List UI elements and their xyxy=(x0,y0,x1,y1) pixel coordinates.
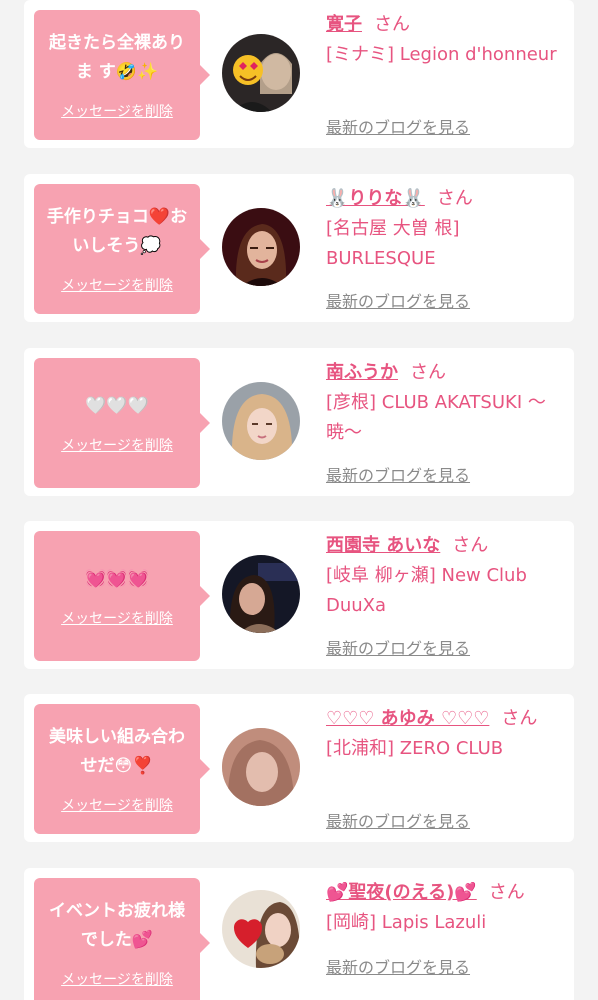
sender-name-link[interactable]: ♡♡♡ あゆみ ♡♡♡ xyxy=(326,708,489,729)
delete-message-link[interactable]: メッセージを削除 xyxy=(61,608,173,628)
delete-message-link[interactable]: メッセージを削除 xyxy=(61,969,173,989)
avatar-photo-icon xyxy=(222,208,300,286)
avatar-photo-icon xyxy=(222,34,300,112)
sender-info: 🐰りりな🐰 さん [名古屋 大曽 根] BURLESQUE xyxy=(326,184,558,274)
sender-name-link[interactable]: 西園寺 あいな xyxy=(326,535,440,556)
delete-message-link[interactable]: メッセージを削除 xyxy=(61,435,173,455)
honorific: さん xyxy=(452,535,489,556)
honorific: さん xyxy=(374,14,410,35)
avatar-photo-icon xyxy=(222,555,300,633)
message-card: 💓💓💓 メッセージを削除 西園寺 あいな さん [岐阜 柳ヶ瀬] New Club… xyxy=(24,521,574,669)
message-text: 起きたら全裸ありま す🤣✨ xyxy=(49,33,185,82)
message-text: 美味しい組み合わ せだ😳❣️ xyxy=(49,727,185,776)
avatar[interactable] xyxy=(222,890,300,968)
message-bubble: 美味しい組み合わ せだ😳❣️ メッセージを削除 xyxy=(34,704,210,834)
message-bubble: 起きたら全裸ありま す🤣✨ メッセージを削除 xyxy=(34,10,210,140)
avatar[interactable] xyxy=(222,208,300,286)
latest-blog-link[interactable]: 最新のブログを見る xyxy=(326,635,470,659)
sender-info: 寛子 さん [ミナミ] Legion d'honneur xyxy=(326,10,558,70)
sender-info: 南ふうか さん [彦根] CLUB AKATSUKI 〜暁〜 xyxy=(326,358,558,448)
latest-blog-link[interactable]: 最新のブログを見る xyxy=(326,954,470,978)
latest-blog-link[interactable]: 最新のブログを見る xyxy=(326,288,470,312)
message-card: イベントお疲れ様 でした💕 メッセージを削除 💕聖夜(のえる)💕 さん [岡崎] … xyxy=(24,868,574,1000)
honorific: さん xyxy=(488,882,525,903)
shop-name: [岡崎] Lapis Lazuli xyxy=(326,912,487,933)
message-card: 手作りチョコ❤️お いしそう💭 メッセージを削除 🐰りりな🐰 さん [名古屋 大曽… xyxy=(24,174,574,322)
message-card: 美味しい組み合わ せだ😳❣️ メッセージを削除 ♡♡♡ あゆみ ♡♡♡ さん [北… xyxy=(24,694,574,842)
sender-info: 💕聖夜(のえる)💕 さん [岡崎] Lapis Lazuli xyxy=(326,878,558,938)
honorific: さん xyxy=(410,362,446,383)
honorific: さん xyxy=(501,708,538,729)
shop-name: [岐阜 柳ヶ瀬] New Club DuuXa xyxy=(326,565,527,616)
delete-message-link[interactable]: メッセージを削除 xyxy=(61,275,173,295)
message-text: 🤍🤍🤍 xyxy=(85,395,149,416)
delete-message-link[interactable]: メッセージを削除 xyxy=(61,101,173,121)
sender-name-link[interactable]: 寛子 xyxy=(326,14,362,35)
avatar[interactable] xyxy=(222,382,300,460)
message-card: 起きたら全裸ありま す🤣✨ メッセージを削除 寛子 さん [ミナミ] Legion… xyxy=(24,0,574,148)
honorific: さん xyxy=(436,188,473,209)
avatar-photo-icon xyxy=(222,890,300,968)
favorites-message-list: 起きたら全裸ありま す🤣✨ メッセージを削除 寛子 さん [ミナミ] Legion… xyxy=(0,0,598,1000)
avatar-photo-icon xyxy=(222,382,300,460)
avatar[interactable] xyxy=(222,34,300,112)
message-text: イベントお疲れ様 でした💕 xyxy=(49,901,185,950)
sender-name-link[interactable]: 💕聖夜(のえる)💕 xyxy=(326,882,477,903)
message-text: 手作りチョコ❤️お いしそう💭 xyxy=(46,207,188,256)
sender-name-link[interactable]: 南ふうか xyxy=(326,362,398,383)
message-bubble: 🤍🤍🤍 メッセージを削除 xyxy=(34,358,210,488)
latest-blog-link[interactable]: 最新のブログを見る xyxy=(326,114,470,138)
delete-message-link[interactable]: メッセージを削除 xyxy=(61,795,173,815)
sender-info: 西園寺 あいな さん [岐阜 柳ヶ瀬] New Club DuuXa xyxy=(326,531,558,621)
avatar[interactable] xyxy=(222,555,300,633)
latest-blog-link[interactable]: 最新のブログを見る xyxy=(326,462,470,486)
message-bubble: 💓💓💓 メッセージを削除 xyxy=(34,531,210,661)
message-bubble: 手作りチョコ❤️お いしそう💭 メッセージを削除 xyxy=(34,184,210,314)
shop-name: [ミナミ] Legion d'honneur xyxy=(326,44,557,65)
message-text: 💓💓💓 xyxy=(85,568,149,589)
latest-blog-link[interactable]: 最新のブログを見る xyxy=(326,808,470,832)
avatar-photo-icon xyxy=(222,728,300,806)
message-bubble: イベントお疲れ様 でした💕 メッセージを削除 xyxy=(34,878,210,1000)
message-card: 🤍🤍🤍 メッセージを削除 南ふうか さん [彦根] CLUB AKATSUKI 〜… xyxy=(24,348,574,496)
shop-name: [北浦和] ZERO CLUB xyxy=(326,738,504,759)
shop-name: [名古屋 大曽 根] BURLESQUE xyxy=(326,218,460,269)
shop-name: [彦根] CLUB AKATSUKI 〜暁〜 xyxy=(326,392,546,443)
avatar[interactable] xyxy=(222,728,300,806)
sender-info: ♡♡♡ あゆみ ♡♡♡ さん [北浦和] ZERO CLUB xyxy=(326,704,558,764)
sender-name-link[interactable]: 🐰りりな🐰 xyxy=(326,188,425,209)
